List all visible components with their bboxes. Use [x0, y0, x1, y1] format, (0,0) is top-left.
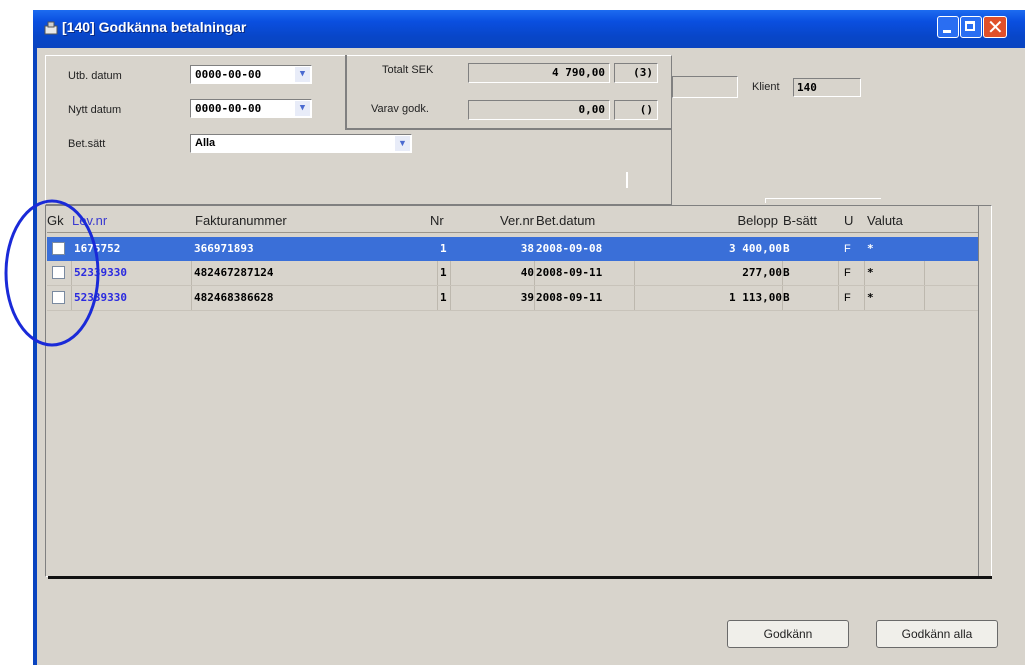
betsatt-value: Alla — [195, 137, 216, 149]
cell-valuta: * — [867, 266, 874, 279]
cell-betdatum: 2008-09-11 — [536, 291, 603, 304]
cell-bsatt: B — [783, 242, 790, 255]
cell-betdatum: 2008-09-11 — [536, 266, 603, 279]
cell-belopp: 3 400,00 — [729, 242, 782, 255]
cell-valuta: * — [867, 291, 874, 304]
cell-fakturanummer: 366971893 — [194, 242, 254, 255]
close-icon: ✕ — [987, 15, 1004, 39]
header-u[interactable]: U — [844, 210, 862, 232]
table-row[interactable]: 52339330 482467287124 1 40 2008-09-11 27… — [47, 261, 978, 286]
utb-datum-value: 0000-00-00 — [195, 68, 262, 81]
cell-vernr: 39 — [520, 291, 534, 304]
cell-nr: 1 — [440, 266, 447, 279]
nytt-datum-value: 0000-00-00 — [195, 102, 262, 115]
header-vernr[interactable]: Ver.nr — [452, 210, 534, 232]
header-fakturanummer[interactable]: Fakturanummer — [195, 210, 415, 232]
cell-betdatum: 2008-09-08 — [536, 242, 603, 255]
klient-label: Klient — [752, 81, 780, 93]
annotation-circle — [4, 199, 100, 347]
table-row[interactable]: 1675752 366971893 1 38 2008-09-08 3 400,… — [47, 237, 978, 261]
grid-bottom-border — [48, 576, 992, 579]
window-title: [140] Godkänna betalningar — [62, 19, 247, 35]
chevron-down-icon[interactable]: ▼ — [295, 67, 310, 82]
maximize-button[interactable] — [960, 16, 982, 38]
window-border — [33, 48, 37, 665]
cell-vernr: 38 — [520, 242, 534, 255]
cell-u: F — [844, 292, 851, 304]
godkann-alla-button[interactable]: Godkänn alla — [876, 620, 998, 648]
chevron-down-icon[interactable]: ▼ — [395, 136, 410, 151]
cell-u: F — [844, 243, 851, 255]
totalt-count: (3) — [614, 63, 658, 83]
table-row[interactable]: 52339330 482468386628 1 39 2008-09-11 1 … — [47, 286, 978, 311]
cell-valuta: * — [867, 242, 874, 255]
utb-datum-label: Utb. datum — [68, 70, 122, 82]
app-icon — [44, 21, 58, 35]
totalt-sek-value: 4 790,00 — [468, 63, 610, 83]
varav-godk-value: 0,00 — [468, 100, 610, 120]
cell-u: F — [844, 267, 851, 279]
varav-godk-label: Varav godk. — [371, 103, 429, 115]
totalt-sek-label: Totalt SEK — [382, 64, 434, 76]
cell-vernr: 40 — [520, 266, 534, 279]
nytt-datum-field[interactable]: 0000-00-00 ▼ — [190, 99, 312, 118]
grid-scroll-edge — [978, 206, 979, 576]
utb-datum-field[interactable]: 0000-00-00 ▼ — [190, 65, 312, 84]
header-separator — [47, 232, 978, 233]
cell-belopp: 277,00 — [742, 266, 782, 279]
cell-nr: 1 — [440, 242, 447, 255]
grid-rows: 1675752 366971893 1 38 2008-09-08 3 400,… — [47, 237, 978, 311]
close-button[interactable]: ✕ — [983, 15, 1007, 39]
cell-fakturanummer: 482467287124 — [194, 266, 274, 279]
varav-count: () — [614, 100, 658, 120]
cell-belopp: 1 113,00 — [729, 291, 782, 304]
chevron-down-icon[interactable]: ▼ — [295, 101, 310, 116]
header-belopp[interactable]: Belopp — [640, 210, 778, 232]
godkann-button[interactable]: Godkänn — [727, 620, 849, 648]
header-nr[interactable]: Nr — [430, 210, 450, 232]
cell-fakturanummer: 482468386628 — [194, 291, 274, 304]
divider — [626, 172, 628, 188]
header-valuta[interactable]: Valuta — [867, 210, 927, 232]
cell-nr: 1 — [440, 291, 447, 304]
minimize-button[interactable] — [937, 16, 959, 38]
cell-bsatt: B — [783, 266, 790, 279]
nytt-datum-label: Nytt datum — [68, 104, 122, 116]
header-betdatum[interactable]: Bet.datum — [536, 210, 636, 232]
cell-bsatt: B — [783, 291, 790, 304]
divider — [765, 198, 881, 203]
betsatt-label: Bet.sätt — [68, 138, 106, 150]
betsatt-select[interactable]: Alla ▼ — [190, 134, 412, 153]
klient-value: 140 — [793, 78, 861, 97]
empty-field — [672, 76, 738, 98]
header-bsatt[interactable]: B-sätt — [783, 210, 837, 232]
